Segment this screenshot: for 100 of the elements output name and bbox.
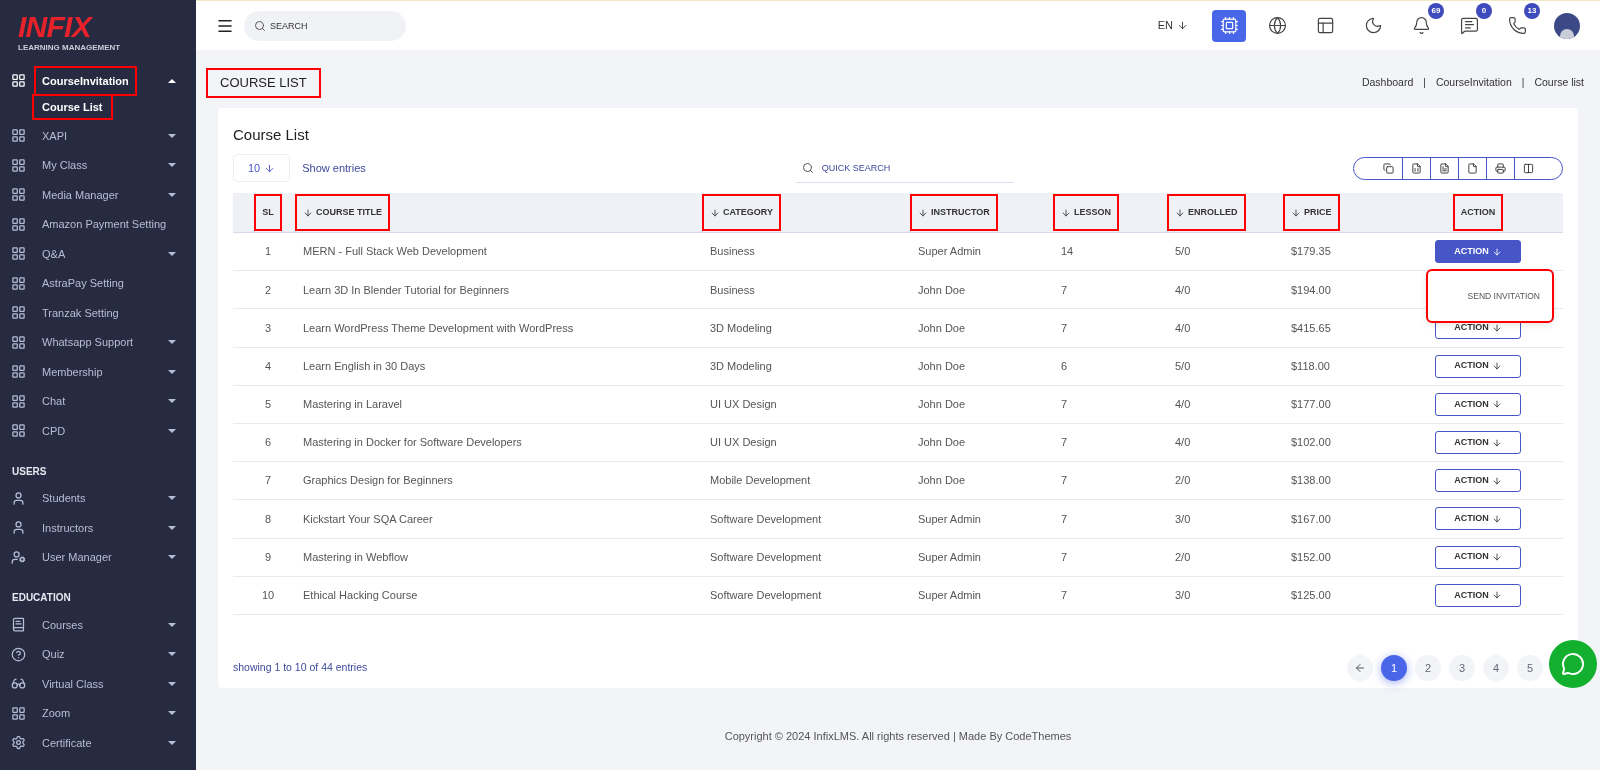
sidebar-item[interactable]: Students	[0, 483, 196, 513]
table-cell-text: $125.00	[1291, 588, 1331, 604]
sidebar-label: Membership	[41, 364, 104, 380]
caret-icon	[168, 399, 176, 404]
table-cell-text: 7	[1061, 588, 1068, 604]
sidebar-item[interactable]: Virtual Class	[0, 669, 196, 699]
column-header[interactable]: LESSON	[1055, 195, 1117, 230]
column-header[interactable]: SL	[256, 195, 280, 230]
breadcrumb-separator: |	[1423, 76, 1426, 91]
table-cell-text: Learn 3D In Blender Tutorial for Beginners	[303, 282, 510, 298]
grid-icon	[11, 423, 26, 439]
page-button[interactable]: 3	[1449, 654, 1475, 681]
table-cell-text: 7	[264, 473, 272, 489]
caret-icon	[168, 555, 176, 560]
table-cell-text: 8	[264, 511, 272, 527]
caret-icon	[168, 711, 176, 716]
action-dropdown-button[interactable]: ACTION	[1435, 507, 1521, 531]
arrow-down-icon	[1491, 399, 1502, 410]
page-size-select[interactable]: 10	[233, 154, 291, 182]
search-field[interactable]: SEARCH	[244, 10, 406, 41]
column-header[interactable]: INSTRUCTOR	[912, 195, 996, 230]
action-dropdown-button[interactable]: ACTION	[1435, 240, 1521, 264]
avatar[interactable]	[1554, 12, 1580, 39]
action-dropdown-button[interactable]: ACTION	[1435, 354, 1521, 378]
gear-icon	[11, 735, 26, 751]
table-cell-text: $179.35	[1291, 244, 1331, 260]
table-cell-text: Mobile Development	[710, 473, 811, 489]
search-icon	[801, 162, 814, 174]
table-cell-text: $102.00	[1291, 435, 1331, 451]
action-dropdown-button[interactable]: ACTION	[1435, 545, 1521, 569]
sidebar-label: Virtual Class	[41, 676, 105, 692]
sidebar-item[interactable]: Q&A	[0, 239, 196, 269]
sidebar-label: CPD	[41, 423, 67, 439]
table-cell-text: Super Admin	[918, 588, 981, 604]
sidebar-item[interactable]: CPD	[0, 416, 196, 446]
sidebar-item[interactable]: Membership	[0, 357, 196, 387]
action-dropdown-button[interactable]: ACTION	[1435, 583, 1521, 607]
caret-icon	[168, 740, 176, 745]
breadcrumb-link[interactable]: Course list	[1534, 74, 1584, 91]
language-selector[interactable]: EN	[1157, 17, 1188, 34]
sidebar-item[interactable]: Amazon Payment Setting	[0, 209, 196, 239]
page-button[interactable]: 5	[1517, 654, 1543, 681]
column-header[interactable]: ACTION	[1454, 195, 1502, 230]
menu-item[interactable]: SEND INVITATION	[1467, 289, 1540, 303]
sidebar-item[interactable]: Chat	[0, 386, 196, 416]
chip-icon[interactable]	[1212, 9, 1246, 42]
table-cell-text: 7	[1061, 282, 1068, 298]
quick-search-field[interactable]: QUICK SEARCH	[795, 153, 1014, 183]
arrow-left-icon	[1354, 661, 1366, 674]
column-header[interactable]: CATEGORY	[704, 195, 779, 230]
sidebar-item[interactable]: My Class	[0, 150, 196, 180]
sidebar-item[interactable]: Certificate	[0, 728, 196, 758]
sidebar-label: Q&A	[41, 246, 67, 262]
page-button[interactable]: 4	[1483, 654, 1509, 681]
grid-icon	[11, 246, 26, 262]
submenu-item[interactable]: Course List	[34, 95, 111, 118]
caret-icon	[168, 251, 176, 256]
sidebar-item[interactable]: Media Manager	[0, 180, 196, 210]
action-dropdown-button[interactable]: ACTION	[1435, 431, 1521, 455]
sidebar-item[interactable]: XAPI	[0, 121, 196, 151]
table-cell-text: 3/0	[1175, 588, 1191, 604]
caret-icon	[168, 525, 176, 530]
action-dropdown-button[interactable]: ACTION	[1435, 392, 1521, 416]
sidebar-item[interactable]: Tranzak Setting	[0, 298, 196, 328]
sidebar-label: XAPI	[41, 128, 69, 144]
action-dropdown-button[interactable]: ACTION	[1435, 469, 1521, 493]
caret-icon	[168, 192, 176, 197]
arrow-down-icon	[264, 162, 276, 174]
grid-icon	[11, 705, 26, 721]
grid-icon	[11, 73, 26, 89]
sidebar-item[interactable]: User Manager	[0, 542, 196, 572]
book-icon	[11, 617, 26, 633]
column-header[interactable]: ENROLLED	[1169, 195, 1244, 230]
notification-badge: 69	[1428, 2, 1444, 19]
show-entries-label: Show entries	[302, 160, 366, 176]
search-icon	[254, 19, 266, 32]
breadcrumb-link[interactable]: CourseInvitation	[1435, 74, 1512, 91]
table-cell-text: 3/0	[1175, 511, 1191, 527]
sidebar-item[interactable]: AstraPay Setting	[0, 268, 196, 298]
table-cell-text: $167.00	[1291, 511, 1331, 527]
arrow-down-icon	[1491, 437, 1502, 448]
table-cell-text: 3D Modeling	[710, 358, 772, 374]
sort-arrow-icon	[303, 207, 313, 218]
breadcrumb-link[interactable]: Dashboard	[1361, 74, 1414, 91]
table-cell-text: 2/0	[1175, 549, 1191, 565]
sidebar-item[interactable]: Instructors	[0, 513, 196, 543]
column-header[interactable]: PRICE	[1285, 195, 1338, 230]
sidebar-item[interactable]: Zoom	[0, 698, 196, 728]
sidebar-item[interactable]: CourseInvitation	[0, 66, 196, 96]
page-button[interactable]: 2	[1415, 654, 1441, 681]
page-button[interactable]: 1	[1381, 654, 1407, 681]
column-header[interactable]: COURSE TITLE	[297, 195, 388, 230]
sidebar-item[interactable]: Whatsapp Support	[0, 327, 196, 357]
sidebar-item[interactable]: Courses	[0, 610, 196, 640]
table-cell-text: 3D Modeling	[710, 320, 772, 336]
table-cell-text: 1	[264, 244, 272, 260]
grid-icon	[11, 334, 26, 350]
sidebar-label: AstraPay Setting	[41, 276, 125, 291]
sidebar-item[interactable]: Quiz	[0, 639, 196, 669]
whatsapp-button[interactable]	[1549, 640, 1597, 688]
